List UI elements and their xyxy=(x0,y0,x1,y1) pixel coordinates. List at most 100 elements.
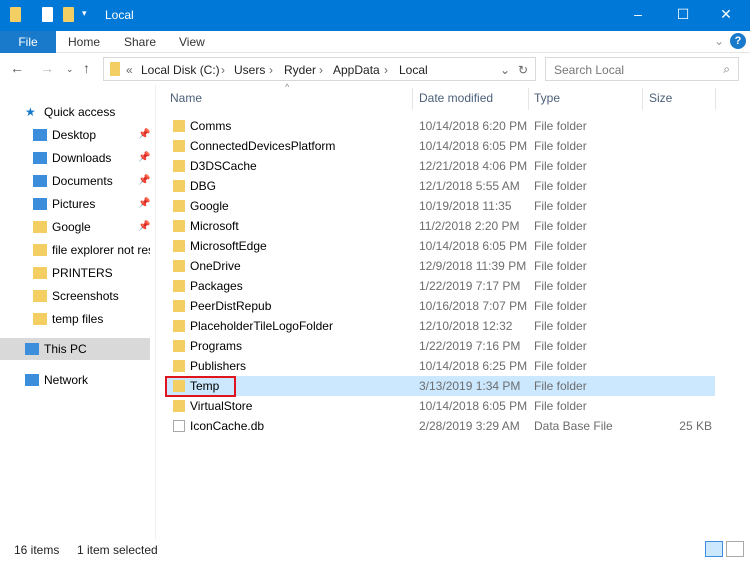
crumb-appdata[interactable]: AppData xyxy=(333,63,380,77)
documents-icon xyxy=(33,175,47,187)
navigation-bar: ← → ⌄ ↑ « Local Disk (C:) › Users › Ryde… xyxy=(0,53,750,85)
folder-icon xyxy=(173,360,185,372)
folder-icon xyxy=(173,340,185,352)
folder-icon xyxy=(33,221,47,233)
pin-icon[interactable]: 📌 xyxy=(138,193,150,215)
sidebar-item[interactable]: Downloads 📌 xyxy=(0,147,150,169)
column-header-type[interactable]: Type xyxy=(534,91,560,105)
sidebar-item[interactable]: temp files xyxy=(0,308,150,330)
sidebar-item[interactable]: PRINTERS xyxy=(0,262,150,284)
file-row[interactable]: D3DSCache 12/21/2018 4:06 PM File folder xyxy=(165,156,715,176)
column-header-size[interactable]: Size xyxy=(649,91,672,105)
file-type: File folder xyxy=(534,399,587,413)
file-row[interactable]: VirtualStore 10/14/2018 6:05 PM File folde… xyxy=(165,396,715,416)
pin-icon[interactable]: 📌 xyxy=(138,170,150,192)
file-date: 3/13/2019 1:34 PM xyxy=(419,379,521,393)
address-dropdown-icon[interactable]: ⌄ xyxy=(500,63,510,77)
tab-share[interactable]: Share xyxy=(124,35,156,49)
folder-icon xyxy=(33,244,47,256)
pane-divider[interactable] xyxy=(155,85,156,540)
file-type: File folder xyxy=(534,299,587,313)
search-input[interactable]: Search Local ⌕ xyxy=(545,57,739,81)
large-icons-view-button[interactable] xyxy=(726,541,744,557)
pin-icon[interactable]: 📌 xyxy=(138,124,150,146)
sidebar-item[interactable]: Google 📌 xyxy=(0,216,150,238)
file-name: D3DSCache xyxy=(190,159,257,173)
folder-icon xyxy=(173,200,185,212)
new-folder-icon[interactable] xyxy=(63,7,74,22)
file-date: 11/2/2018 2:20 PM xyxy=(419,219,520,233)
customize-toolbar-icon[interactable]: ▾ xyxy=(82,8,87,19)
folder-icon xyxy=(173,320,185,332)
ribbon: File Home Share View ⌄ ? xyxy=(0,31,750,53)
file-date: 12/21/2018 4:06 PM xyxy=(419,159,528,173)
file-row[interactable]: Comms 10/14/2018 6:20 PM File folder xyxy=(165,116,715,136)
crumb-local-disk[interactable]: Local Disk (C:) xyxy=(141,63,220,77)
tab-file[interactable]: File xyxy=(0,31,56,53)
sidebar-item-label: Downloads xyxy=(52,151,112,165)
file-row[interactable]: PlaceholderTileLogoFolder 12/10/2018 12:3… xyxy=(165,316,715,336)
expand-ribbon-icon[interactable]: ⌄ xyxy=(714,34,724,48)
tab-home[interactable]: Home xyxy=(68,35,100,49)
pin-icon[interactable]: 📌 xyxy=(138,216,150,238)
file-row[interactable]: IconCache.db 2/28/2019 3:29 AM Data Base F… xyxy=(165,416,715,436)
file-row[interactable]: Google 10/19/2018 11:35 File folder xyxy=(165,196,715,216)
properties-icon[interactable] xyxy=(42,7,53,22)
file-date: 10/14/2018 6:25 PM xyxy=(419,359,528,373)
overflow-crumb[interactable]: « xyxy=(126,63,133,77)
folder-icon xyxy=(10,7,21,22)
file-date: 10/14/2018 6:05 PM xyxy=(419,399,528,413)
file-row[interactable]: DBG 12/1/2018 5:55 AM File folder xyxy=(165,176,715,196)
address-bar[interactable]: « Local Disk (C:) › Users › Ryder › AppD… xyxy=(103,57,536,81)
crumb-local[interactable]: Local xyxy=(399,63,428,77)
sidebar-item-label: temp files xyxy=(52,312,104,326)
file-name: Google xyxy=(190,199,229,213)
file-type: File folder xyxy=(534,219,587,233)
refresh-button[interactable]: ↻ xyxy=(518,63,528,77)
folder-icon xyxy=(173,280,185,292)
file-row[interactable]: Programs 1/22/2019 7:16 PM File folder xyxy=(165,336,715,356)
sidebar-item[interactable]: Network xyxy=(0,369,150,391)
close-button[interactable]: ✕ xyxy=(716,6,736,23)
file-row[interactable]: PeerDistRepub 10/16/2018 7:07 PM File fold… xyxy=(165,296,715,316)
file-row[interactable]: Microsoft 11/2/2018 2:20 PM File folder xyxy=(165,216,715,236)
help-button[interactable]: ? xyxy=(730,33,746,49)
crumb-ryder[interactable]: Ryder xyxy=(284,63,316,77)
folder-icon xyxy=(173,120,185,132)
sidebar-item[interactable]: Pictures 📌 xyxy=(0,193,150,215)
sidebar-item[interactable]: This PC xyxy=(0,338,150,360)
back-button[interactable]: ← xyxy=(10,60,24,76)
file-row[interactable]: Packages 1/22/2019 7:17 PM File folder xyxy=(165,276,715,296)
tab-view[interactable]: View xyxy=(179,35,205,49)
file-row[interactable]: MicrosoftEdge 10/14/2018 6:05 PM File fold… xyxy=(165,236,715,256)
recent-locations-icon[interactable]: ⌄ xyxy=(66,64,74,75)
file-type: Data Base File xyxy=(534,419,613,433)
forward-button[interactable]: → xyxy=(40,60,54,76)
folder-icon xyxy=(173,400,185,412)
desktop-icon xyxy=(33,129,47,141)
highlight-box xyxy=(165,376,236,397)
details-view-button[interactable] xyxy=(705,541,723,557)
folder-icon xyxy=(173,300,185,312)
sidebar-item[interactable]: Screenshots xyxy=(0,285,150,307)
minimize-button[interactable]: – xyxy=(628,6,648,22)
sidebar-item-label: Documents xyxy=(52,174,113,188)
sidebar-item[interactable]: ★ Quick access xyxy=(0,101,150,123)
sidebar-item-label: Desktop xyxy=(52,128,97,142)
sidebar-item[interactable]: Desktop 📌 xyxy=(0,124,150,146)
sidebar-item[interactable]: Documents 📌 xyxy=(0,170,150,192)
column-header-name[interactable]: Name xyxy=(170,91,202,105)
file-row[interactable]: Publishers 10/14/2018 6:25 PM File folder xyxy=(165,356,715,376)
file-name: MicrosoftEdge xyxy=(190,239,267,253)
folder-icon xyxy=(173,240,185,252)
file-row[interactable]: ConnectedDevicesPlatform 10/14/2018 6:05 … xyxy=(165,136,715,156)
maximize-button[interactable]: ☐ xyxy=(673,6,693,23)
up-button[interactable]: ↑ xyxy=(83,60,90,76)
sidebar-item[interactable]: file explorer not resp xyxy=(0,239,150,261)
file-type: File folder xyxy=(534,139,587,153)
pin-icon[interactable]: 📌 xyxy=(138,147,150,169)
file-row[interactable]: Temp 3/13/2019 1:34 PM File folder xyxy=(165,376,715,396)
file-row[interactable]: OneDrive 12/9/2018 11:39 PM File folder xyxy=(165,256,715,276)
column-header-date[interactable]: Date modified xyxy=(419,91,493,105)
crumb-users[interactable]: Users xyxy=(234,63,265,77)
